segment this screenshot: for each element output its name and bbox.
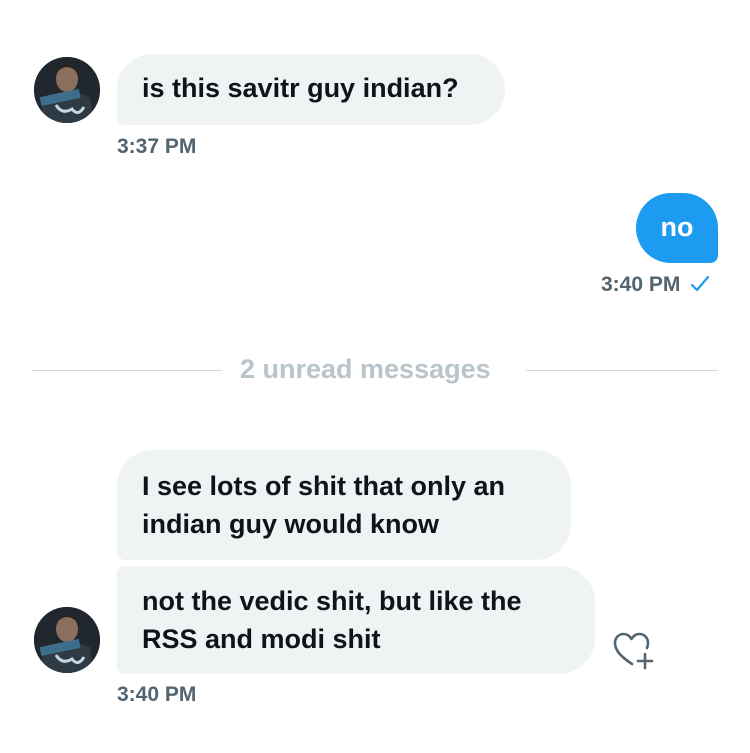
divider-line-left <box>32 370 222 371</box>
message-text: I see lots of shit that only an indian g… <box>142 471 506 539</box>
message-bubble[interactable]: I see lots of shit that only an indian g… <box>117 450 571 560</box>
avatar-image <box>34 57 100 123</box>
message-bubble[interactable]: no <box>636 193 718 263</box>
message-timestamp: 3:40 PM <box>601 272 710 298</box>
sender-avatar[interactable] <box>34 57 100 123</box>
timestamp-text: 3:40 PM <box>601 273 681 296</box>
checkmark-icon <box>691 275 710 292</box>
divider-line-right <box>526 370 718 371</box>
message-bubble[interactable]: is this savitr guy indian? <box>117 54 505 125</box>
message-text: is this savitr guy indian? <box>142 73 459 103</box>
message-timestamp: 3:40 PM <box>117 683 197 706</box>
sender-avatar[interactable] <box>34 607 100 673</box>
heart-plus-icon <box>613 632 654 670</box>
message-bubble[interactable]: not the vedic shit, but like the RSS and… <box>117 566 595 674</box>
unread-divider: 2 unread messages <box>240 354 491 384</box>
add-reaction-button[interactable] <box>610 628 656 674</box>
message-timestamp: 3:37 PM <box>117 135 197 158</box>
message-text: no <box>660 212 694 242</box>
message-text: not the vedic shit, but like the RSS and… <box>142 586 522 654</box>
avatar-image <box>34 607 100 673</box>
